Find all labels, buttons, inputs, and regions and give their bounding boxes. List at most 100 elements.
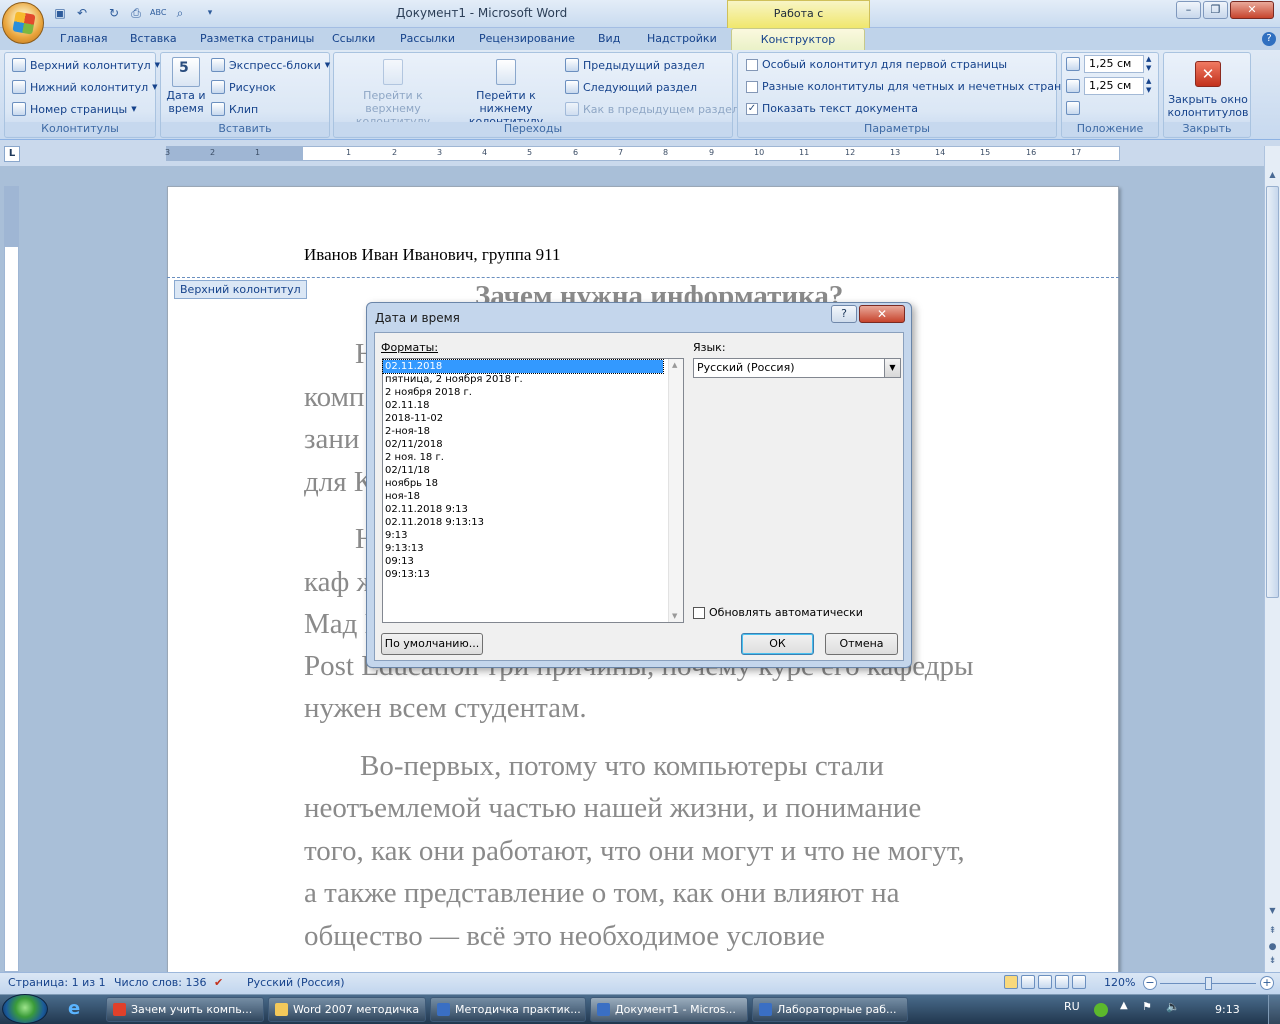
cancel-button[interactable]: Отмена — [825, 633, 898, 655]
scroll-down-icon[interactable]: ▼ — [1266, 906, 1279, 920]
taskbar-item[interactable]: Зачем учить компь... — [106, 997, 264, 1022]
show-desktop-button[interactable] — [1268, 995, 1280, 1024]
different-odd-even-option[interactable]: Разные колонтитулы для четных и нечетных… — [746, 80, 1076, 93]
tray-expand-icon[interactable]: ▲ — [1120, 1000, 1128, 1011]
status-words[interactable]: Число слов: 136 — [114, 976, 207, 989]
goto-header-button[interactable]: Перейти к верхнему колонтитулу — [337, 59, 449, 128]
date-time-button[interactable]: 5 Дата и время — [164, 57, 208, 115]
tab-references[interactable]: Ссылки — [332, 32, 375, 45]
dropdown-arrow-icon[interactable]: ▼ — [884, 359, 900, 377]
status-page[interactable]: Страница: 1 из 1 — [8, 976, 106, 989]
quick-parts-dropdown[interactable]: Экспресс-блоки ▼ — [211, 58, 330, 72]
dialog-close-button[interactable]: ✕ — [859, 305, 905, 323]
footer-dropdown[interactable]: Нижний колонтитул ▼ — [12, 80, 158, 94]
tab-insert[interactable]: Вставка — [130, 32, 177, 45]
help-icon[interactable]: ? — [1262, 32, 1276, 46]
taskbar-item[interactable]: Методичка практик... — [430, 997, 586, 1022]
full-screen-reading-icon[interactable] — [1021, 975, 1035, 989]
undo-icon[interactable]: ↶ — [74, 5, 90, 21]
scroll-thumb[interactable] — [1266, 186, 1279, 598]
document-line[interactable]: а также представление о том, как они вли… — [304, 877, 899, 910]
previous-section-button[interactable]: Предыдущий раздел — [565, 58, 705, 72]
taskbar-item[interactable]: Word 2007 методичка — [268, 997, 426, 1022]
taskbar-item[interactable]: Документ1 - Micros... — [590, 997, 748, 1022]
print-preview-icon[interactable]: ⌕ — [172, 5, 188, 21]
spellcheck-icon[interactable]: ABC — [150, 5, 166, 21]
ok-button[interactable]: ОК — [741, 633, 814, 655]
checkbox-checked[interactable]: ✓ — [746, 102, 758, 115]
format-option[interactable]: 02.11.2018 9:13 — [383, 503, 683, 516]
close-window-button[interactable]: ✕ — [1230, 1, 1274, 19]
qat-customize-icon[interactable]: ▾ — [202, 5, 218, 21]
format-option[interactable]: 02.11.2018 — [382, 359, 664, 374]
next-page-icon[interactable]: ⇟ — [1266, 956, 1279, 970]
volume-icon[interactable]: 🔈 — [1166, 1000, 1180, 1013]
maximize-button[interactable]: ❐ — [1203, 1, 1228, 19]
browse-object-icon[interactable]: ● — [1266, 942, 1279, 956]
draft-icon[interactable] — [1072, 975, 1086, 989]
vertical-ruler[interactable] — [4, 186, 19, 972]
dialog-help-button[interactable]: ? — [831, 305, 857, 323]
link-to-previous-button[interactable]: Как в предыдущем разделе — [565, 102, 746, 116]
spinner-arrows-icon[interactable]: ▲ ▼ — [1146, 77, 1151, 95]
header-dropdown[interactable]: Верхний колонтитул ▼ — [12, 58, 160, 72]
page-number-dropdown[interactable]: Номер страницы ▼ — [12, 102, 137, 116]
format-option[interactable]: 02/11/18 — [383, 464, 683, 477]
clock[interactable]: 9:13 — [1215, 1003, 1240, 1016]
tray-app-icon[interactable] — [1094, 1003, 1108, 1017]
outline-icon[interactable] — [1055, 975, 1069, 989]
format-option[interactable]: 02.11.2018 9:13:13 — [383, 516, 683, 529]
minimize-button[interactable]: – — [1176, 1, 1201, 19]
start-button[interactable] — [2, 994, 48, 1024]
spinner-arrows-icon[interactable]: ▲ ▼ — [1146, 55, 1151, 73]
vertical-scrollbar[interactable]: ▲ ▼ ⇞ ● ⇟ — [1264, 146, 1280, 972]
format-option[interactable]: 2 ноя. 18 г. — [383, 451, 683, 464]
scroll-up-icon[interactable]: ▲ — [1266, 170, 1279, 184]
taskbar-item[interactable]: Лабораторные раб... — [752, 997, 908, 1022]
show-document-text-option[interactable]: ✓ Показать текст документа — [746, 102, 918, 115]
office-button[interactable] — [2, 2, 44, 44]
zoom-out-icon[interactable]: − — [1143, 976, 1157, 990]
tab-addins[interactable]: Надстройки — [647, 32, 717, 45]
clipart-button[interactable]: Клип — [211, 102, 258, 116]
document-line[interactable]: Во-первых, потому что компьютеры стали — [360, 750, 884, 783]
header-text[interactable]: Иванов Иван Иванович, группа 911 — [304, 245, 560, 265]
tab-selector-icon[interactable]: L — [4, 146, 20, 162]
format-option[interactable]: пятница, 2 ноября 2018 г. — [383, 373, 683, 386]
auto-update-checkbox[interactable] — [693, 606, 705, 619]
scroll-up-icon[interactable]: ▲ — [672, 361, 677, 369]
internet-explorer-icon[interactable]: e — [68, 999, 90, 1019]
zoom-in-icon[interactable]: + — [1260, 976, 1274, 990]
web-layout-icon[interactable] — [1038, 975, 1052, 989]
horizontal-ruler[interactable]: 3 2 1 1 2 3 4 5 6 7 8 9 10 11 12 13 14 15 16 17 — [165, 146, 1120, 161]
checkbox[interactable] — [746, 80, 758, 93]
save-icon[interactable]: ▣ — [52, 5, 68, 21]
format-option[interactable]: 9:13:13 — [383, 542, 683, 555]
document-line[interactable]: общество — всё это необходимое условие — [304, 920, 825, 953]
formats-scrollbar[interactable]: ▲ ▼ — [668, 359, 683, 622]
header-position-input[interactable]: 1,25 см — [1084, 55, 1144, 73]
tab-constructor[interactable]: Конструктор — [731, 28, 865, 51]
status-language[interactable]: Русский (Россия) — [247, 976, 345, 989]
footer-position-input[interactable]: 1,25 см — [1084, 77, 1144, 95]
proofing-icon[interactable]: ✔ — [214, 976, 223, 989]
default-button[interactable]: По умолчанию... — [381, 633, 483, 655]
picture-button[interactable]: Рисунок — [211, 80, 276, 94]
print-icon[interactable]: ⎙ — [128, 5, 144, 21]
format-option[interactable]: 09:13 — [383, 555, 683, 568]
document-line[interactable]: неотъемлемой частью нашей жизни, и поним… — [304, 792, 921, 825]
format-option[interactable]: 2-ноя-18 — [383, 425, 683, 438]
document-line[interactable]: нужен всем студентам. — [304, 692, 587, 725]
tab-view[interactable]: Вид — [598, 32, 620, 45]
input-language[interactable]: RU — [1064, 1000, 1080, 1013]
tab-page-layout[interactable]: Разметка страницы — [200, 32, 314, 45]
previous-page-icon[interactable]: ⇞ — [1266, 926, 1279, 940]
action-center-icon[interactable]: ⚑ — [1142, 1000, 1152, 1013]
checkbox[interactable] — [746, 58, 758, 71]
tab-home[interactable]: Главная — [60, 32, 108, 45]
zoom-level[interactable]: 120% — [1104, 976, 1135, 989]
format-option[interactable]: 02/11/2018 — [383, 438, 683, 451]
format-option[interactable]: 09:13:13 — [383, 568, 683, 581]
language-select[interactable]: Русский (Россия) ▼ — [693, 358, 901, 378]
insert-alignment-tab-icon[interactable] — [1066, 101, 1080, 118]
